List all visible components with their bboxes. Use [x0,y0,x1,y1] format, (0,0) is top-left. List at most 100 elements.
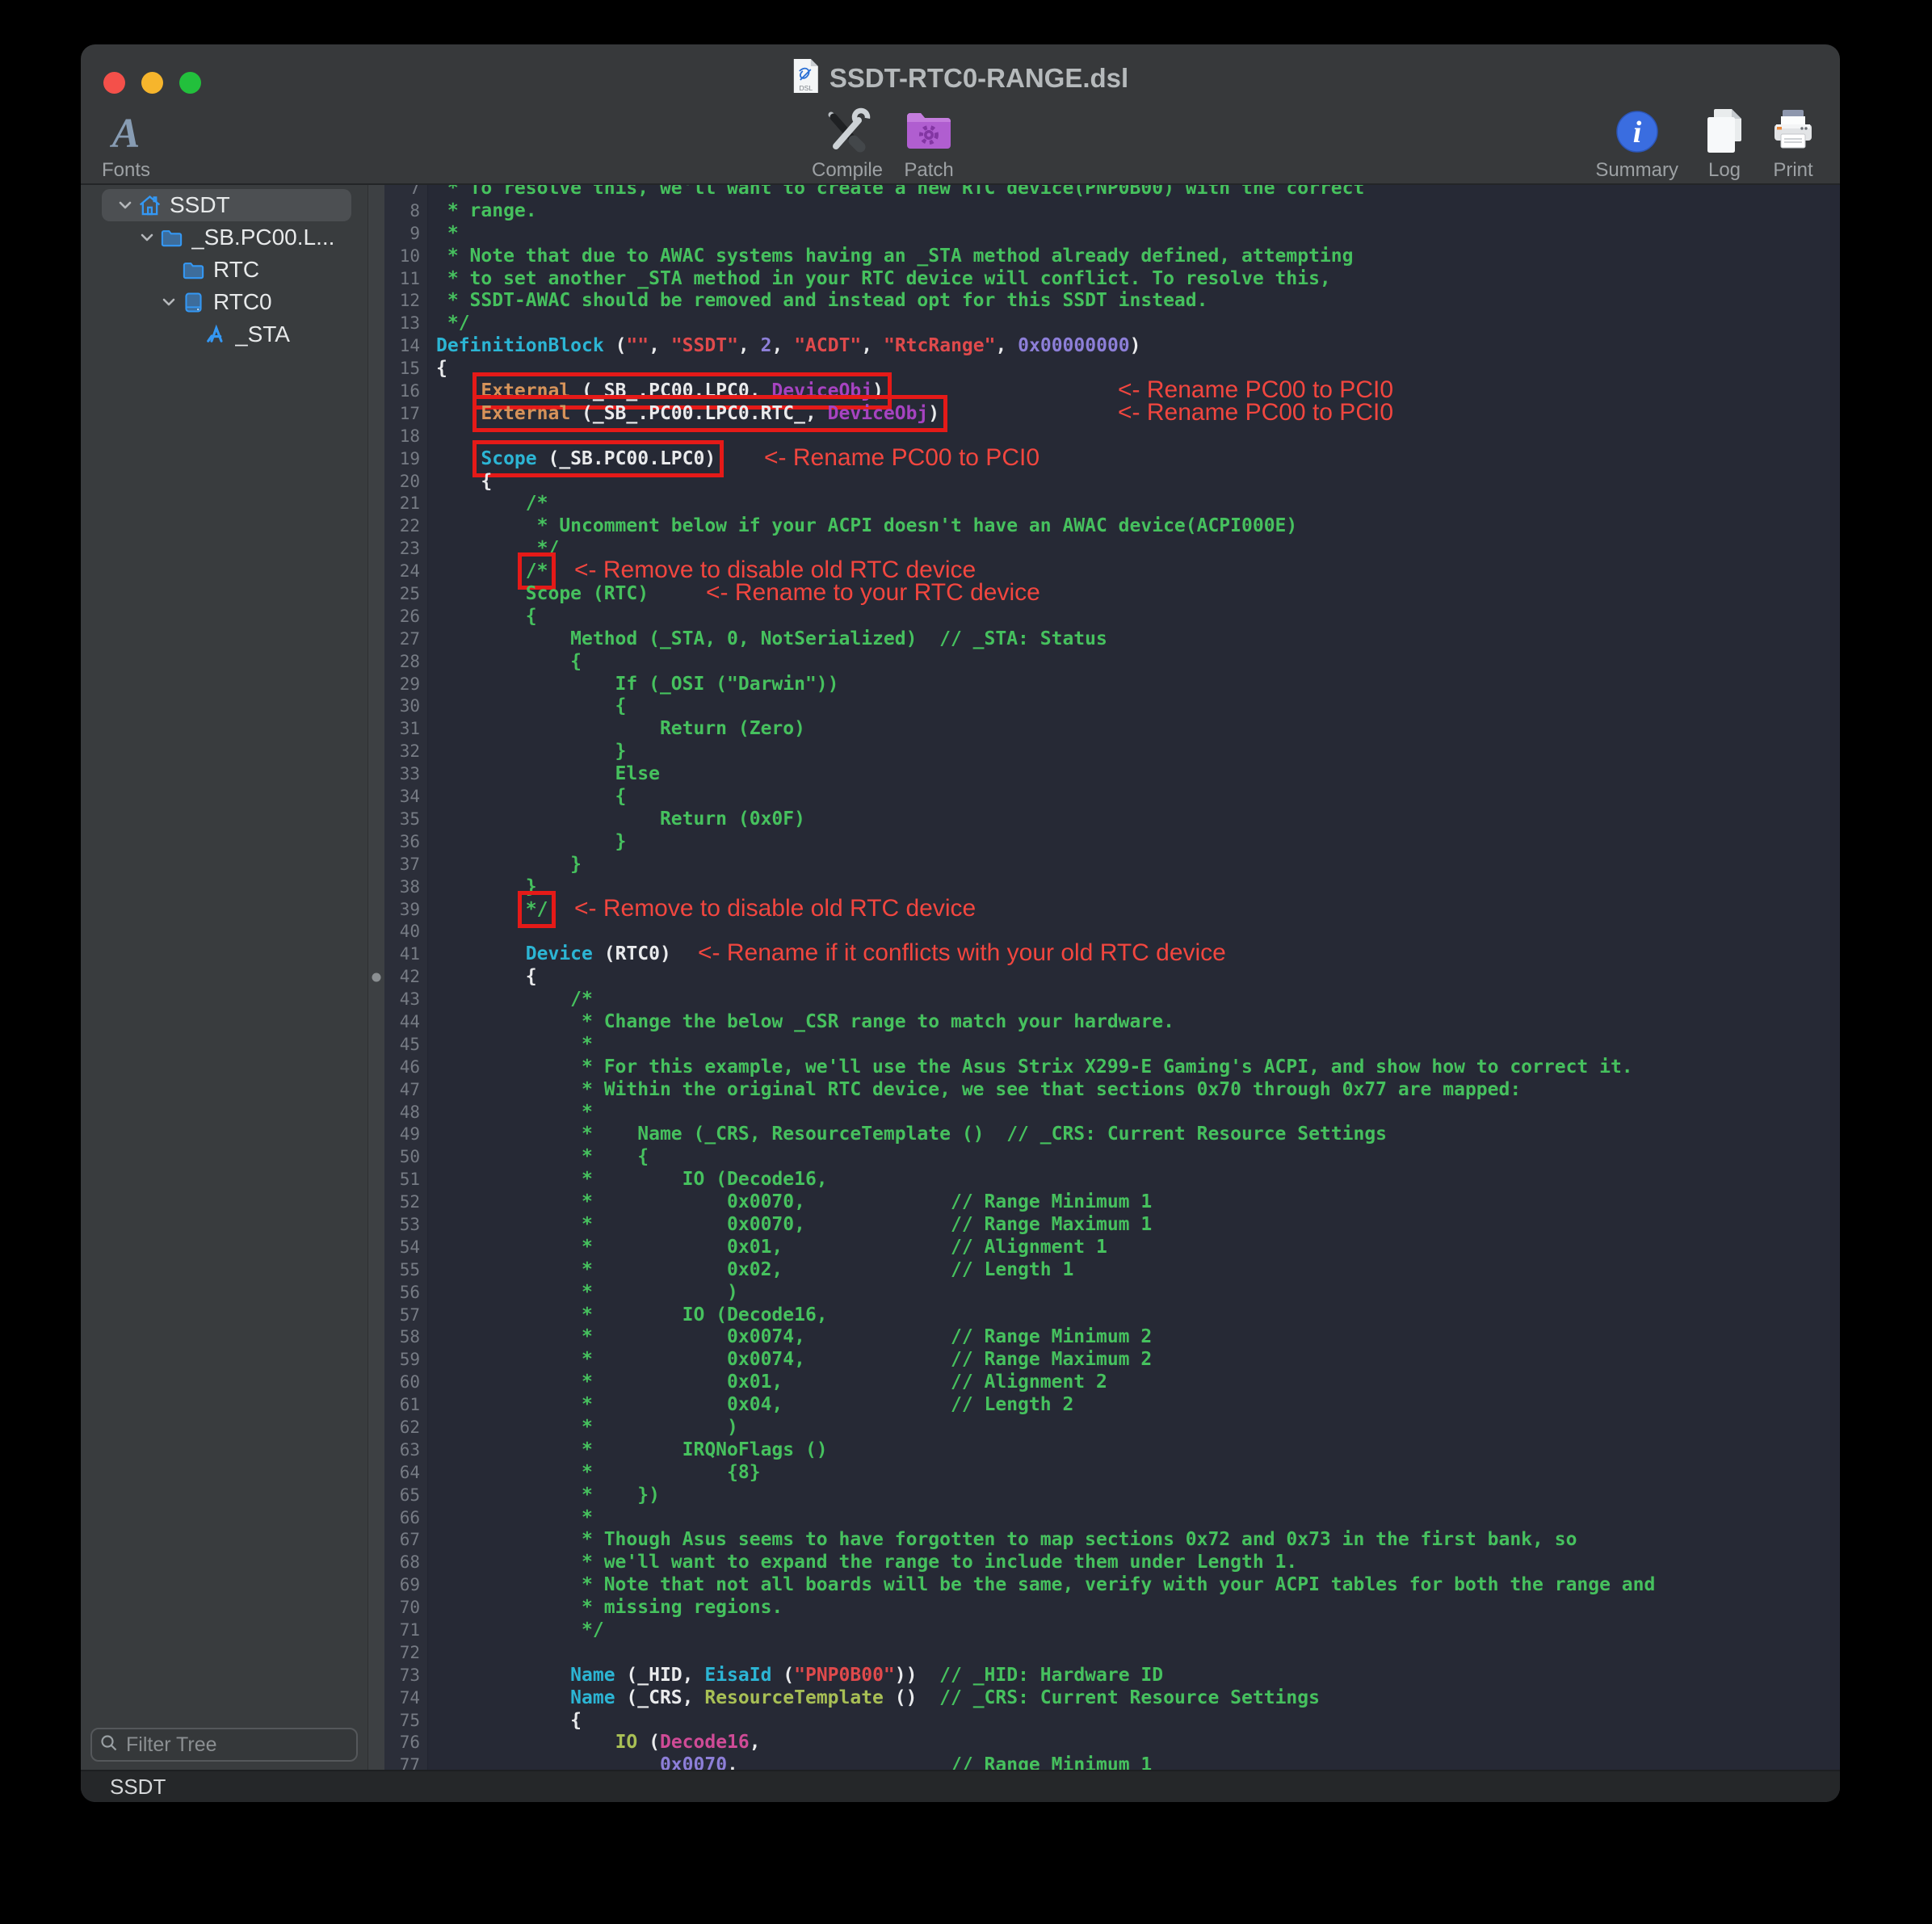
line-number: 34 [384,786,428,809]
code-line-53: 53 * 0x0070, // Range Maximum 1 [384,1214,1840,1237]
chevron-down-icon[interactable] [113,195,137,215]
info-glyph: i [1632,116,1641,149]
code-line-65: 65 * }) [384,1485,1840,1507]
serif-a-icon: A [112,111,141,157]
code-line-33: 33 Else [384,763,1840,786]
code-line-42: 42 { [384,966,1840,989]
minimize-button[interactable] [141,72,163,94]
red-annotation: <- Rename PC00 to PCI0 [1118,401,1393,424]
title-bar[interactable]: DSL SSDT-RTC0-RANGE.dsl [81,44,1840,104]
tree-item-rtc0[interactable]: RTC0 [102,286,351,318]
line-number: 40 [384,921,428,943]
title-group: DSL SSDT-RTC0-RANGE.dsl [792,58,1128,98]
line-number: 35 [384,809,428,831]
compile-button[interactable]: Compile [812,104,883,182]
filter-tree-box [90,1728,358,1762]
code-line-36: 36 } [384,831,1840,854]
sidebar-splitter[interactable] [368,185,384,1770]
line-number: 57 [384,1304,428,1327]
line-number: 29 [384,674,428,696]
line-number: 30 [384,695,428,718]
code-line-73: 73 Name (_HID, EisaId ("PNP0B00")) // _H… [384,1665,1840,1687]
splitter-handle-icon [372,973,381,982]
fonts-button[interactable]: A Fonts [102,104,150,182]
tree-item-ssdt[interactable]: SSDT [102,189,351,221]
acpi-tree[interactable]: SSDT_SB.PC00.L...RTCRTC0 _STA [81,185,368,1721]
line-number: 36 [384,831,428,854]
filter-tree-input[interactable] [124,1733,348,1758]
line-number: 54 [384,1237,428,1259]
fonts-label: Fonts [102,159,150,182]
code-line-25: 25 Scope (RTC)<- Rename to your RTC devi… [384,583,1840,606]
line-number: 26 [384,606,428,628]
code-line-30: 30 { [384,695,1840,718]
code-line-70: 70 * missing regions. [384,1597,1840,1619]
line-number: 50 [384,1146,428,1169]
tree-item-label: _STA [235,321,290,347]
code-line-9: 9 * [384,223,1840,246]
line-number: 46 [384,1057,428,1079]
dsl-document-icon: DSL [792,58,820,98]
line-number: 17 [384,403,428,426]
folder-gear-icon [904,107,954,157]
info-icon: i [1615,109,1659,157]
print-button[interactable]: Print [1770,104,1816,182]
status-text: SSDT [110,1775,166,1800]
line-number: 18 [384,426,428,448]
code-line-43: 43 /* [384,989,1840,1011]
line-number: 38 [384,876,428,899]
line-number: 56 [384,1282,428,1304]
code-line-20: 20 { [384,471,1840,494]
log-button[interactable]: Log [1703,104,1746,182]
patch-button[interactable]: Patch [904,104,954,182]
search-icon [100,1734,118,1756]
code-line-59: 59 * 0x0074, // Range Maximum 2 [384,1349,1840,1372]
app-window: DSL SSDT-RTC0-RANGE.dsl A Fonts [81,44,1840,1802]
line-number: 13 [384,313,428,335]
code-line-14: 14DefinitionBlock ("", "SSDT", 2, "ACDT"… [384,335,1840,358]
line-number: 63 [384,1439,428,1462]
line-number: 10 [384,246,428,268]
code-line-21: 21 /* [384,493,1840,515]
line-number: 31 [384,718,428,741]
code-line-37: 37 } [384,854,1840,876]
line-number: 49 [384,1124,428,1146]
tree-item--sta[interactable]: _STA [102,318,351,351]
code-line-15: 15{ [384,358,1840,380]
code-line-31: 31 Return (Zero) [384,718,1840,741]
tree-item-rtc[interactable]: RTC [102,254,351,286]
summary-button[interactable]: i Summary [1595,104,1678,182]
window-title: SSDT-RTC0-RANGE.dsl [830,63,1128,94]
chevron-down-icon[interactable] [135,228,159,247]
red-annotation: <- Rename if it conflicts with your old … [698,942,1226,964]
code-line-52: 52 * 0x0070, // Range Minimum 1 [384,1191,1840,1214]
code-line-16: 16 External (_SB_.PC00.LPC0, DeviceObj)<… [384,380,1840,403]
red-annotation: <- Remove to disable old RTC device [574,897,976,920]
code-editor[interactable]: 7 * To resolve this, we'll want to creat… [384,185,1840,1770]
code-line-32: 32 } [384,741,1840,763]
line-number: 74 [384,1687,428,1710]
sidebar: SSDT_SB.PC00.L...RTCRTC0 _STA [81,185,368,1770]
line-number: 47 [384,1079,428,1102]
code-line-44: 44 * Change the below _CSR range to matc… [384,1011,1840,1034]
code-line-34: 34 { [384,786,1840,809]
line-number: 48 [384,1102,428,1124]
tree-item--sb-pc00-l-[interactable]: _SB.PC00.L... [102,221,351,254]
code-line-29: 29 If (_OSI ("Darwin")) [384,674,1840,696]
chevron-down-icon[interactable] [157,292,181,312]
code-line-22: 22 * Uncomment below if your ACPI doesn'… [384,515,1840,538]
zoom-button[interactable] [179,72,201,94]
line-number: 77 [384,1754,428,1770]
line-number: 25 [384,583,428,606]
code-line-54: 54 * 0x01, // Alignment 1 [384,1237,1840,1259]
line-number: 8 [384,200,428,223]
code-line-17: 17 External (_SB_.PC00.LPC0.RTC_, Device… [384,403,1840,426]
close-button[interactable] [103,72,125,94]
code-line-41: 41 Device (RTC0)<- Rename if it conflict… [384,943,1840,966]
folder-icon [181,258,208,283]
code-line-50: 50 * { [384,1146,1840,1169]
code-line-51: 51 * IO (Decode16, [384,1169,1840,1191]
code-line-74: 74 Name (_CRS, ResourceTemplate () // _C… [384,1687,1840,1710]
line-number: 45 [384,1034,428,1057]
code-line-35: 35 Return (0x0F) [384,809,1840,831]
